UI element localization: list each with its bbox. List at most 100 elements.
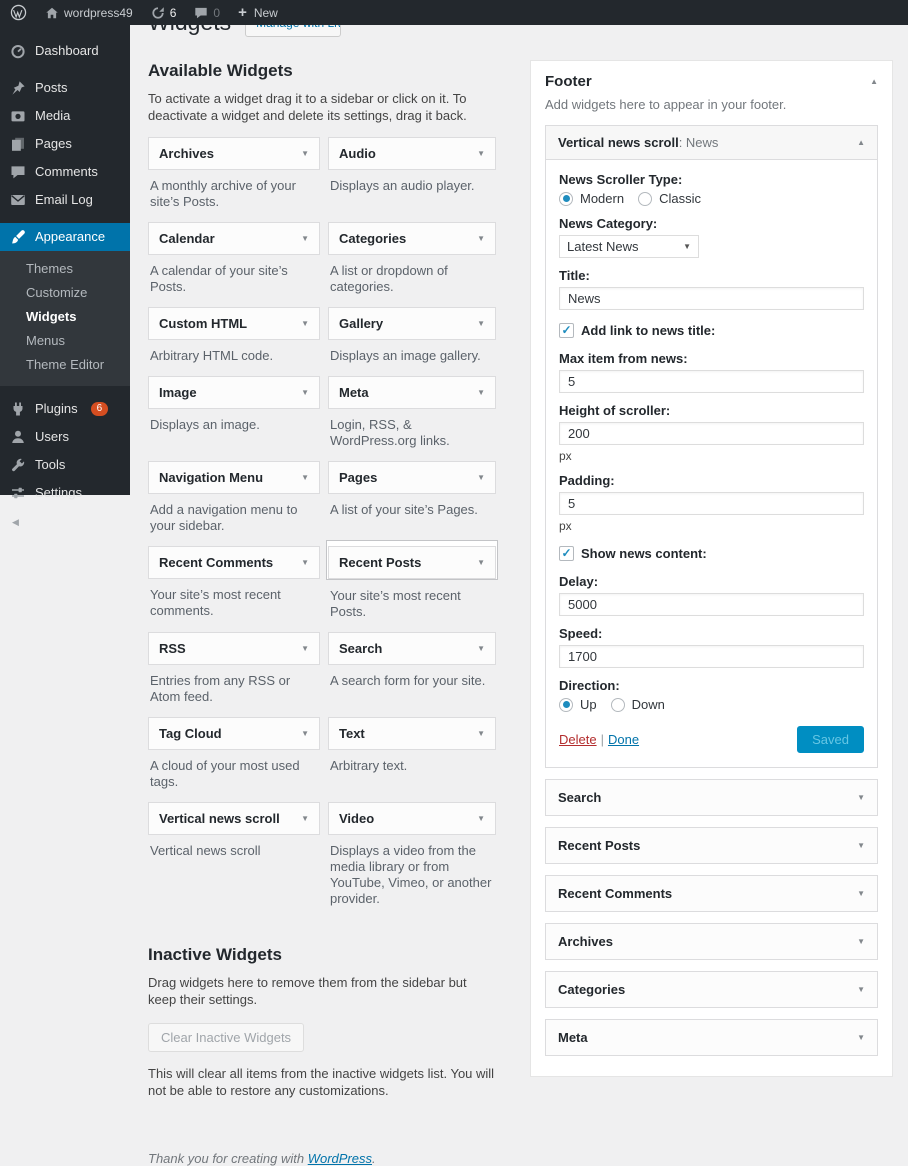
sidebar-item-widgets[interactable]: Widgets: [0, 305, 130, 329]
chevron-down-icon[interactable]: ▼: [857, 841, 865, 850]
sidebar-item-email-log[interactable]: Email Log: [0, 186, 130, 214]
widget-description: A list of your site’s Pages.: [330, 502, 478, 517]
sidebar-item-users[interactable]: Users: [0, 423, 130, 451]
chevron-down-icon[interactable]: ▼: [477, 814, 485, 823]
speed-input[interactable]: [559, 645, 864, 668]
chevron-down-icon[interactable]: ▼: [477, 234, 485, 243]
chevron-down-icon[interactable]: ▼: [301, 319, 309, 328]
widget-card-text[interactable]: Text ▼: [328, 717, 496, 750]
widget-description: Displays a video from the media library …: [330, 843, 492, 906]
chevron-up-icon[interactable]: ▲: [857, 138, 865, 147]
footer-widget-recent-comments[interactable]: Recent Comments ▼: [545, 875, 878, 912]
news-category-select[interactable]: Latest News ▼: [559, 235, 699, 258]
sidebar-item-posts[interactable]: Posts: [0, 74, 130, 102]
chevron-down-icon[interactable]: ▼: [857, 889, 865, 898]
plus-icon: +: [238, 4, 247, 21]
wordpress-link[interactable]: WordPress: [308, 1151, 372, 1166]
footer-widget-meta[interactable]: Meta ▼: [545, 1019, 878, 1056]
sidebar-item-comments[interactable]: Comments: [0, 158, 130, 186]
chevron-down-icon[interactable]: ▼: [477, 644, 485, 653]
done-link[interactable]: Done: [608, 732, 639, 747]
chevron-down-icon[interactable]: ▼: [301, 388, 309, 397]
chevron-down-icon[interactable]: ▼: [301, 729, 309, 738]
sidebar-item-customize[interactable]: Customize: [0, 281, 130, 305]
widget-card-recent-posts[interactable]: Recent Posts ▼: [328, 546, 496, 579]
chevron-down-icon[interactable]: ▼: [477, 319, 485, 328]
widget-cell: Gallery ▼ Displays an image gallery.: [328, 307, 496, 376]
chevron-down-icon[interactable]: ▼: [857, 793, 865, 802]
radio-down[interactable]: [610, 697, 625, 712]
chevron-down-icon[interactable]: ▼: [301, 473, 309, 482]
chevron-down-icon[interactable]: ▼: [301, 814, 309, 823]
sidebar-item-plugins[interactable]: Plugins 6: [0, 395, 130, 423]
widget-card-categories[interactable]: Categories ▼: [328, 222, 496, 255]
widget-card-rss[interactable]: RSS ▼: [148, 632, 320, 665]
delete-link[interactable]: Delete: [559, 732, 597, 747]
sidebar-item-pages[interactable]: Pages: [0, 130, 130, 158]
chevron-down-icon[interactable]: ▼: [477, 149, 485, 158]
sidebar-item-dashboard[interactable]: Dashboard: [0, 37, 130, 65]
footer-widget-categories[interactable]: Categories ▼: [545, 971, 878, 1008]
widget-card-navigation-menu[interactable]: Navigation Menu ▼: [148, 461, 320, 494]
max-items-input[interactable]: [559, 370, 864, 393]
delay-input[interactable]: [559, 593, 864, 616]
widget-card-archives[interactable]: Archives ▼: [148, 137, 320, 170]
chevron-down-icon[interactable]: ▼: [477, 388, 485, 397]
widget-card-image[interactable]: Image ▼: [148, 376, 320, 409]
sidebar-item-theme-editor[interactable]: Theme Editor: [0, 353, 130, 377]
saved-button[interactable]: Saved: [797, 726, 864, 753]
wordpress-logo-icon[interactable]: [0, 0, 36, 25]
footer-widget-search[interactable]: Search ▼: [545, 779, 878, 816]
footer-widget-archives[interactable]: Archives ▼: [545, 923, 878, 960]
chevron-down-icon[interactable]: ▼: [301, 234, 309, 243]
sidebar-item-menus[interactable]: Menus: [0, 329, 130, 353]
manage-live-preview-button[interactable]: Manage with Live Preview: [245, 25, 342, 37]
widget-card-vertical-news-scroll[interactable]: Vertical news scroll ▼: [148, 802, 320, 835]
widget-card-gallery[interactable]: Gallery ▼: [328, 307, 496, 340]
comment-icon: [195, 7, 208, 18]
add-link-checkbox[interactable]: ✓: [559, 323, 574, 338]
sidebar-item-appearance[interactable]: Appearance: [0, 223, 130, 251]
radio-classic[interactable]: [638, 191, 653, 206]
chevron-up-icon[interactable]: ▲: [870, 77, 878, 86]
widget-card-pages[interactable]: Pages ▼: [328, 461, 496, 494]
radio-up[interactable]: [559, 697, 573, 712]
widget-card-tag-cloud[interactable]: Tag Cloud ▼: [148, 717, 320, 750]
expanded-widget-vertical-news-scroll: Vertical news scroll: News ▲ News Scroll…: [545, 125, 878, 768]
footer-widget-recent-posts[interactable]: Recent Posts ▼: [545, 827, 878, 864]
height-input[interactable]: [559, 422, 864, 445]
widget-card-calendar[interactable]: Calendar ▼: [148, 222, 320, 255]
chevron-down-icon[interactable]: ▼: [477, 729, 485, 738]
padding-input[interactable]: [559, 492, 864, 515]
chevron-down-icon[interactable]: ▼: [857, 937, 865, 946]
show-content-checkbox[interactable]: ✓: [559, 546, 574, 561]
widget-card-custom-html[interactable]: Custom HTML ▼: [148, 307, 320, 340]
widget-card-meta[interactable]: Meta ▼: [328, 376, 496, 409]
radio-modern[interactable]: [559, 191, 573, 206]
sidebar-item-themes[interactable]: Themes: [0, 257, 130, 281]
delay-label: Delay:: [559, 574, 599, 589]
chevron-down-icon[interactable]: ▼: [857, 985, 865, 994]
updates-menu[interactable]: 6: [142, 0, 186, 25]
chevron-down-icon[interactable]: ▼: [477, 558, 485, 567]
action-separator: |: [600, 732, 604, 747]
site-menu[interactable]: wordpress49: [36, 0, 142, 25]
widget-card-video[interactable]: Video ▼: [328, 802, 496, 835]
chevron-down-icon[interactable]: ▼: [301, 644, 309, 653]
widget-card-search[interactable]: Search ▼: [328, 632, 496, 665]
sidebar-item-settings[interactable]: Settings: [0, 479, 130, 507]
widget-card-audio[interactable]: Audio ▼: [328, 137, 496, 170]
expanded-widget-header[interactable]: Vertical news scroll: News ▲: [546, 126, 877, 160]
title-input[interactable]: [559, 287, 864, 310]
new-menu[interactable]: + New: [229, 0, 287, 25]
widget-card-recent-comments[interactable]: Recent Comments ▼: [148, 546, 320, 579]
chevron-down-icon[interactable]: ▼: [857, 1033, 865, 1042]
sidebar-item-media[interactable]: Media: [0, 102, 130, 130]
chevron-down-icon[interactable]: ▼: [301, 558, 309, 567]
sidebar-item-tools[interactable]: Tools: [0, 451, 130, 479]
collapse-menu-icon[interactable]: ◀: [0, 507, 130, 538]
chevron-down-icon[interactable]: ▼: [477, 473, 485, 482]
comments-menu[interactable]: 0: [185, 0, 229, 25]
clear-inactive-widgets-button[interactable]: Clear Inactive Widgets: [148, 1023, 305, 1052]
chevron-down-icon[interactable]: ▼: [301, 149, 309, 158]
